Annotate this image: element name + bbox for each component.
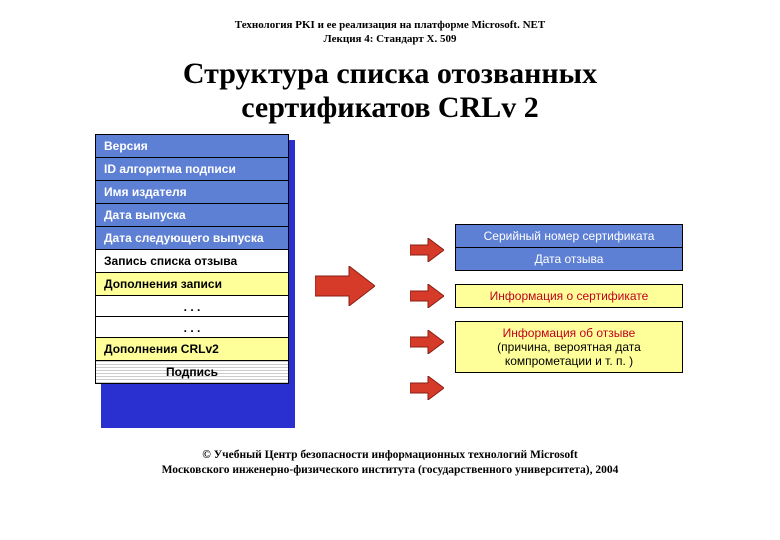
field-ellipsis-2: . . .	[95, 316, 289, 338]
field-signature: Подпись	[95, 360, 289, 384]
header-line1: Технология PKI и ее реализация на платфо…	[0, 18, 780, 32]
field-sig-alg-id: ID алгоритма подписи	[95, 157, 289, 181]
detail-revoke-date: Дата отзыва	[455, 247, 683, 271]
arrow-small-icon-4	[410, 376, 444, 400]
diagram: Версия ID алгоритма подписи Имя издателя…	[0, 126, 780, 436]
title-line1: Структура списка отозванных	[0, 57, 780, 92]
arrow-big-icon	[315, 266, 375, 306]
field-next-update: Дата следующего выпуска	[95, 226, 289, 250]
field-issuer-name: Имя издателя	[95, 180, 289, 204]
arrows-small-group	[410, 238, 444, 422]
field-version: Версия	[95, 134, 289, 158]
footer-line2: Московского инженерно-физического инстит…	[0, 463, 780, 479]
field-this-update: Дата выпуска	[95, 203, 289, 227]
title-line2: сертификатов CRLv 2	[0, 91, 780, 126]
page-title: Структура списка отозванных сертификатов…	[0, 57, 780, 126]
header: Технология PKI и ее реализация на платфо…	[0, 0, 780, 47]
field-ellipsis-1: . . .	[95, 295, 289, 317]
arrow-small-icon-1	[410, 238, 444, 262]
detail-revoke-info: Информация об отзыве (причина, вероятная…	[455, 321, 683, 373]
footer-line1: © Учебный Центр безопасности информацион…	[0, 448, 780, 464]
arrow-small-icon-2	[410, 284, 444, 308]
footer: © Учебный Центр безопасности информацион…	[0, 448, 780, 479]
field-entry-extensions: Дополнения записи	[95, 272, 289, 296]
field-crl-extensions: Дополнения CRLv2	[95, 337, 289, 361]
detail-serial: Серийный номер сертификата	[455, 224, 683, 248]
detail-revoke-info-title: Информация об отзыве	[503, 326, 636, 340]
crl-structure-list: Версия ID алгоритма подписи Имя издателя…	[95, 134, 289, 383]
entry-detail-list: Серийный номер сертификата Дата отзыва И…	[455, 224, 683, 372]
detail-revoke-info-line2: (причина, вероятная дата	[497, 340, 641, 354]
header-line2: Лекция 4: Стандарт X. 509	[0, 32, 780, 46]
field-revoked-entry: Запись списка отзыва	[95, 249, 289, 273]
detail-revoke-info-line3: компрометации и т. п. )	[505, 354, 633, 368]
arrow-small-icon-3	[410, 330, 444, 354]
detail-cert-info: Информация о сертификате	[455, 284, 683, 308]
